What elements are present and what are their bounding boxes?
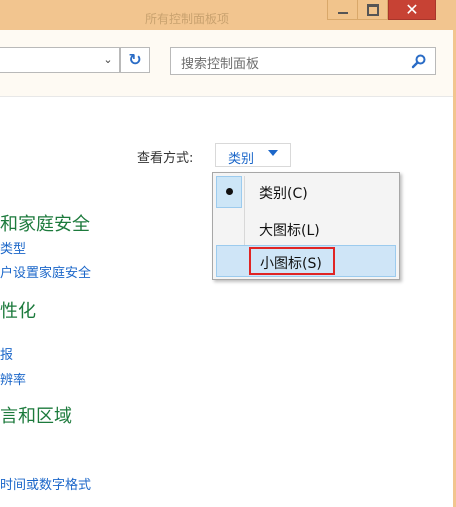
category-link[interactable]: 时间或数字格式: [0, 474, 91, 493]
refresh-icon: ↻: [128, 50, 142, 69]
close-icon: ✕: [405, 0, 419, 19]
search-input[interactable]: 搜索控制面板: [181, 53, 259, 72]
category-link[interactable]: 户设置家庭安全: [0, 262, 91, 281]
menu-item-label: 大图标(L): [259, 223, 320, 239]
chevron-down-icon[interactable]: ⌄: [100, 52, 116, 68]
maximize-icon: [366, 3, 379, 16]
category-link[interactable]: 类型: [0, 238, 26, 257]
maximize-button[interactable]: [358, 0, 388, 20]
divider: [0, 96, 453, 97]
menu-item-small-icons[interactable]: 小图标(S): [216, 245, 396, 277]
view-by-label: 查看方式:: [137, 151, 194, 166]
category-link[interactable]: 辨率: [0, 369, 26, 388]
bullet-icon: [226, 188, 233, 195]
window-title: 所有控制面板项: [145, 12, 230, 26]
close-button[interactable]: ✕: [388, 0, 436, 20]
view-by-dropdown[interactable]: 类别: [215, 143, 291, 167]
view-by-menu: 类别(C) 大图标(L) 小图标(S): [212, 172, 400, 280]
dropdown-arrow-icon: [268, 150, 278, 156]
minimize-icon: [337, 11, 348, 14]
address-bar[interactable]: ⌄: [0, 47, 120, 73]
category-link[interactable]: 报: [0, 344, 13, 363]
view-by-value: 类别: [228, 152, 255, 167]
category-heading-family-safety[interactable]: 和家庭安全: [0, 210, 90, 236]
search-icon[interactable]: [411, 53, 427, 69]
refresh-button[interactable]: ↻: [120, 47, 150, 73]
menu-item-category[interactable]: 类别(C): [216, 176, 396, 208]
category-heading-language-region[interactable]: 言和区域: [0, 402, 72, 428]
menu-item-label: 类别(C): [259, 186, 308, 202]
category-heading-personalization[interactable]: 性化: [0, 297, 36, 323]
minimize-button[interactable]: [327, 0, 358, 20]
menu-item-large-icons[interactable]: 大图标(L): [216, 213, 396, 245]
search-box[interactable]: 搜索控制面板: [170, 47, 436, 75]
menu-item-label: 小图标(S): [260, 256, 322, 272]
